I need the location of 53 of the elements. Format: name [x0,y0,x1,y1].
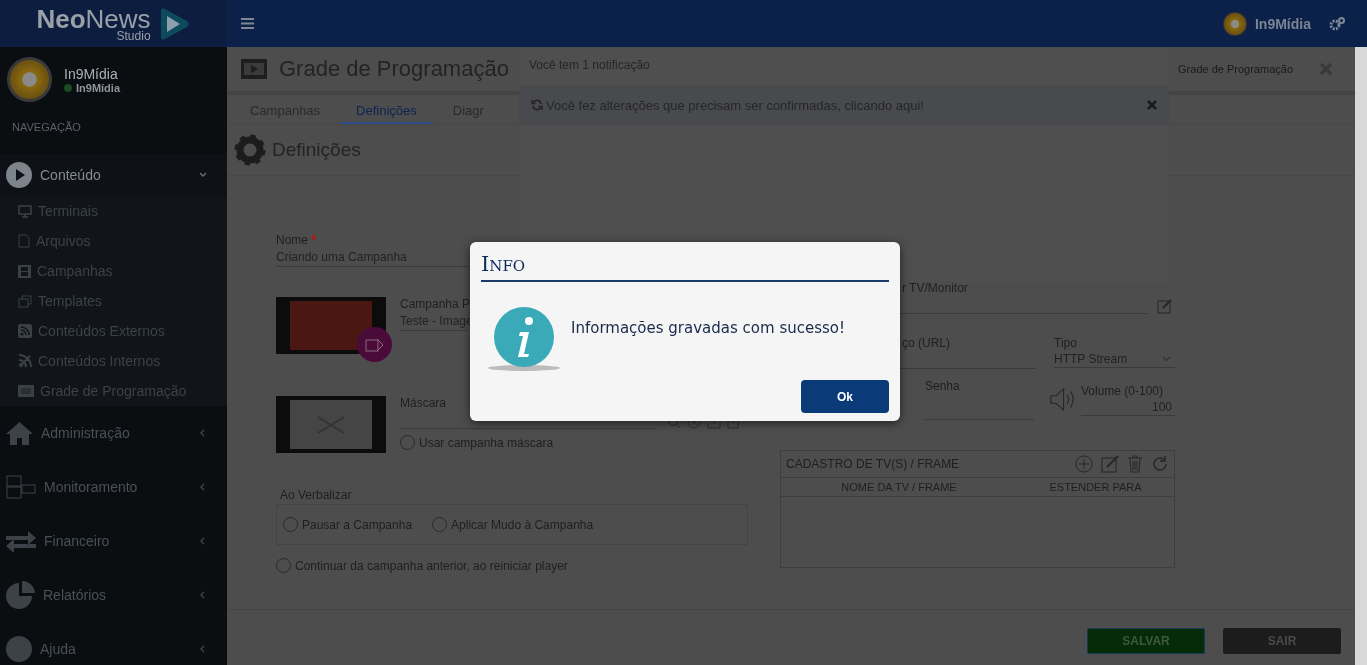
trash-icon[interactable] [1127,455,1143,473]
screens-icon [6,475,36,499]
profile-name: In9Mídia [64,65,119,82]
film-icon [241,59,267,79]
transfer-arrows-icon [6,530,36,552]
nav-item[interactable]: Conteúdo [0,154,227,196]
signal-off-icon [18,354,32,368]
gear-icon [234,134,266,166]
play-icon [6,162,32,188]
settings-icon[interactable] [1329,16,1345,31]
film-icon [18,385,34,397]
add-icon[interactable] [1075,455,1093,473]
film-icon [18,264,31,278]
nav-item[interactable]: Ajuda [0,622,227,665]
user-name[interactable]: In9Mídia [1255,15,1311,32]
ok-button[interactable]: Ok [801,380,889,413]
avatar[interactable] [1223,11,1247,36]
monitor-icon [18,204,32,218]
chevron-icon [199,591,207,599]
dialog-message: Informações gravadas com sucesso! [571,319,845,339]
chevron-icon [1162,356,1171,362]
chevron-icon [199,429,207,437]
rss-icon [18,324,32,338]
logo-name: NeoNews [36,5,151,32]
image-badge [357,327,392,362]
chevron-icon [199,171,207,179]
edit-icon[interactable] [1101,455,1119,473]
menu-icon[interactable] [241,18,254,29]
templates-icon [18,294,32,308]
info-icon [487,306,561,372]
refresh-icon[interactable] [1151,455,1169,473]
profile-status: In9Mídia [76,81,120,94]
avatar [7,57,52,102]
file-icon [18,234,30,248]
pie-chart-icon [6,580,35,610]
required-mark: * [311,232,317,247]
nav-item[interactable]: Administração [0,406,227,460]
help-icon [6,636,32,662]
close-icon[interactable] [1147,100,1157,110]
nav-item[interactable]: Monitoramento [0,460,227,514]
nav-item[interactable]: Financeiro [0,514,227,568]
sync-icon [531,99,543,111]
nav-header: NAVEGAÇÃO [11,120,82,135]
tab[interactable]: Definições [340,103,433,124]
nav-item[interactable]: Relatórios [0,568,227,622]
dialog-title: Info [481,250,889,282]
logo-subtitle: Studio [116,29,151,42]
scrollbar[interactable] [1355,47,1367,665]
edit-icon[interactable] [1157,298,1173,314]
home-icon [6,421,33,445]
chevron-icon [199,537,207,545]
chevron-icon [199,483,207,491]
chevron-icon [199,645,207,653]
